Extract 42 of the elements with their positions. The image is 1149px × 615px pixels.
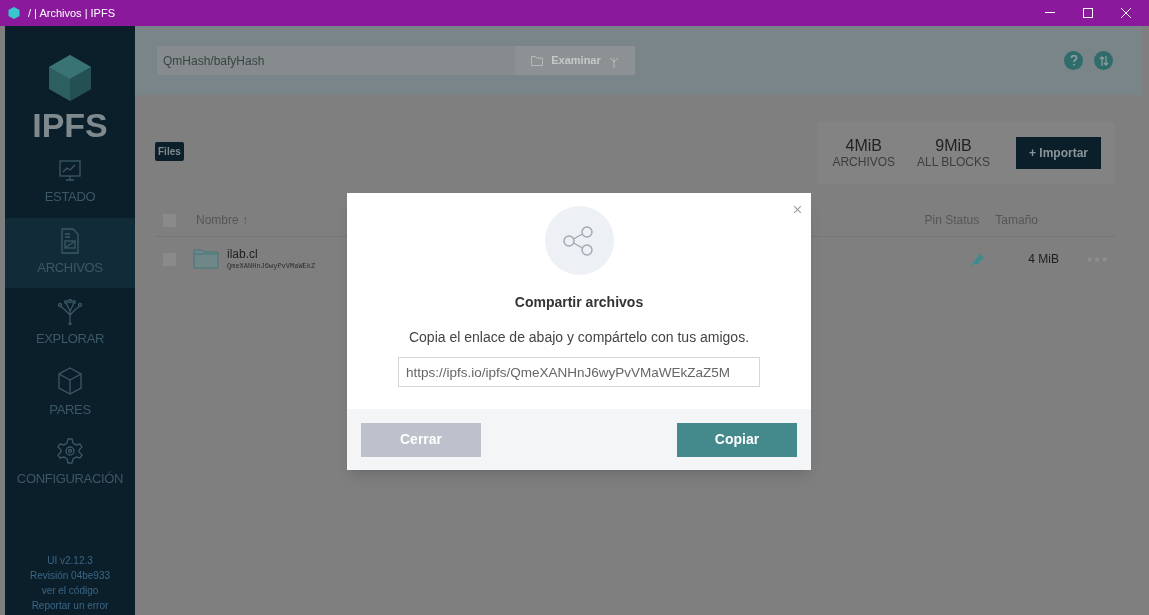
monitor-chart-icon [58,159,82,184]
close-icon [1121,8,1131,18]
version-text: Revisión 04be933 [29,569,111,583]
help-button[interactable] [1064,51,1083,70]
file-size: 4 MiB [1028,251,1059,268]
arrows-icon [1098,54,1109,67]
cube-logo-icon [48,54,92,102]
tree-icon [57,297,83,326]
stat-value: 9MiB [935,137,972,155]
search-field[interactable]: QmHash/bafyHash [157,46,515,75]
window-title: / | Archivos | IPFS [28,5,116,21]
cube-icon [8,7,20,19]
folder-icon [531,55,544,66]
import-button[interactable]: + Importar [1016,137,1101,169]
close-icon [793,205,801,213]
sidebar-item[interactable]: PARES [5,358,135,428]
stat-label: ALL BLOCKS [917,155,990,169]
sidebar-item[interactable]: CONFIGURACIÓN [5,428,135,498]
version-text: UI v2.12.3 [47,554,93,568]
gear-icon [56,437,84,466]
sidebar-item[interactable]: ESTADO [5,148,135,218]
dialog-message: Copia el enlace de abajo y compártelo con tus amigos. [408,328,750,347]
breadcrumb[interactable]: Files [155,142,184,161]
folder-icon [193,249,219,269]
stat-label: ARCHIVOS [832,155,896,169]
sidebar-item[interactable]: EXPLORAR [5,288,135,358]
footer-link[interactable]: ver el código [41,583,99,598]
close-dialog-button[interactable]: Cerrar [361,422,481,457]
minimize-icon [1045,12,1055,14]
document-icon [59,228,81,255]
browse-button[interactable]: Examinar [515,46,635,75]
dialog-title: Compartir archivos [514,293,644,312]
link-field[interactable]: https://ipfs.io/ipfs/QmeXANHnJ6wyPvVMaWEkZaZ5M [398,357,760,387]
transfer-button[interactable] [1094,51,1113,70]
logo-text: IPFS [32,108,108,142]
copy-button[interactable]: Copiar [677,422,797,457]
maximize-icon [1083,8,1093,18]
stat-value: 4MiB [845,137,882,155]
cube-icon [56,366,84,397]
footer-link[interactable]: Reportar un error [31,598,109,613]
file-name[interactable]: ilab.cl [227,247,316,261]
help-icon [1069,55,1078,66]
